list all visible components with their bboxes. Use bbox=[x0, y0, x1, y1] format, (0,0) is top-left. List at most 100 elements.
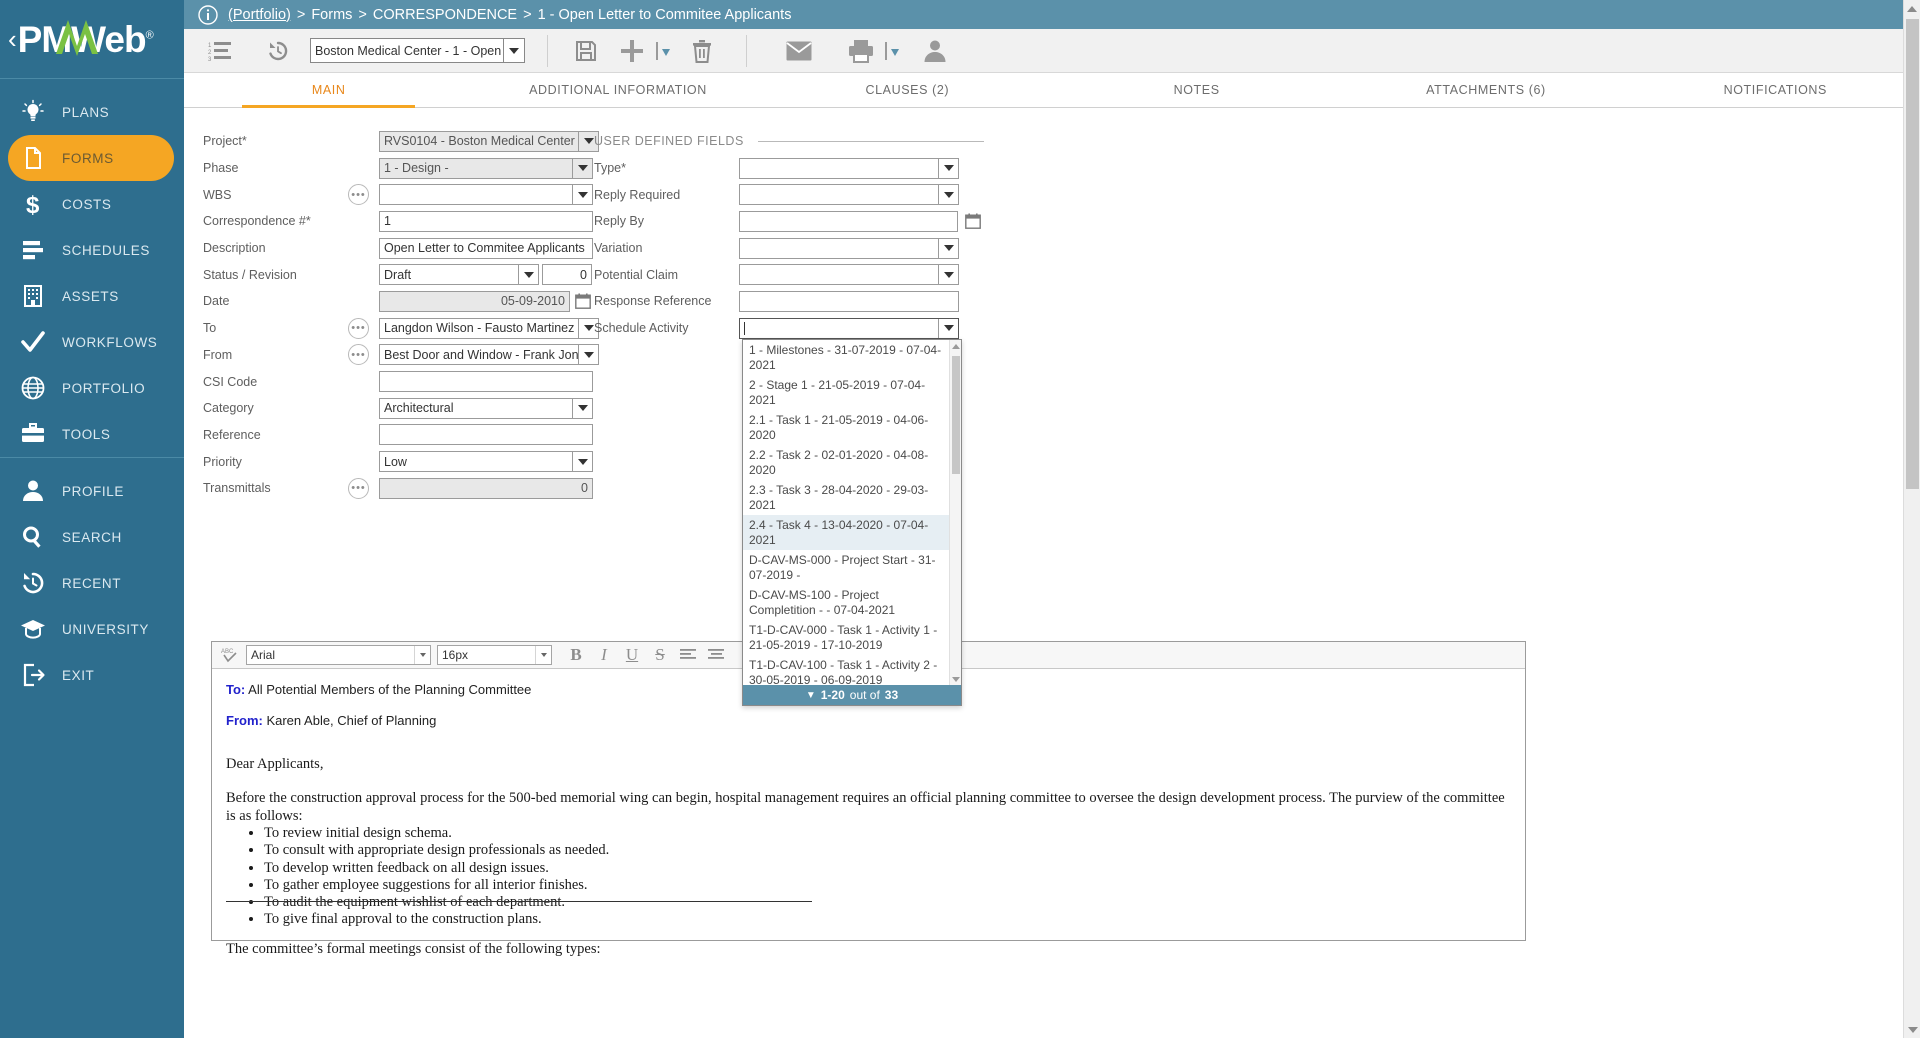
date-input[interactable]: 05-09-2010 bbox=[379, 290, 570, 312]
potential-claim-select[interactable] bbox=[739, 264, 959, 286]
chevron-down-icon[interactable] bbox=[938, 265, 958, 285]
breadcrumb-portfolio[interactable]: (Portfolio) bbox=[228, 7, 291, 23]
align-center-icon[interactable] bbox=[704, 644, 728, 666]
tab-additional-information[interactable]: ADDITIONAL INFORMATION bbox=[473, 73, 762, 107]
add-icon[interactable] bbox=[612, 34, 652, 68]
dropdown-option[interactable]: T1-D-CAV-100 - Task 1 - Activity 2 - 30-… bbox=[743, 655, 961, 685]
calendar-icon[interactable] bbox=[962, 213, 984, 230]
sidebar-item-forms[interactable]: FORMS bbox=[8, 135, 174, 181]
revision-input[interactable]: 0 bbox=[542, 264, 592, 286]
sidebar-item-recent[interactable]: RECENT bbox=[0, 560, 184, 606]
tab-clauses-2[interactable]: CLAUSES (2) bbox=[763, 73, 1052, 107]
chevron-down-icon[interactable] bbox=[572, 158, 592, 178]
from-select[interactable]: Best Door and Window - Frank Jones bbox=[379, 344, 599, 366]
sidebar-item-assets[interactable]: ASSETS bbox=[0, 273, 184, 319]
dropdown-scroll-up-arrow-icon[interactable] bbox=[950, 340, 961, 352]
dropdown-option[interactable]: 2.3 - Task 3 - 28-04-2020 - 29-03-2021 bbox=[743, 480, 961, 515]
brand-logo[interactable]: ‹ PMWeb® bbox=[0, 0, 184, 78]
dropdown-option[interactable]: 1 - Milestones - 31-07-2019 - 07-04-2021 bbox=[743, 340, 961, 375]
bold-button[interactable]: B bbox=[564, 644, 588, 666]
document-select[interactable]: Boston Medical Center - 1 - Open Le bbox=[310, 38, 525, 63]
priority-select[interactable]: Low bbox=[379, 451, 593, 473]
reference-input[interactable] bbox=[379, 424, 593, 446]
numbered-list-icon[interactable]: 1 2 3 bbox=[200, 34, 240, 68]
description-input[interactable]: Open Letter to Commitee Applicants bbox=[379, 237, 593, 259]
sidebar-item-profile[interactable]: PROFILE bbox=[0, 468, 184, 514]
print-dropdown-chevron-down-icon[interactable] bbox=[881, 34, 903, 68]
chevron-down-icon[interactable] bbox=[518, 265, 538, 285]
dropdown-option[interactable]: 2.1 - Task 1 - 21-05-2019 - 04-06-2020 bbox=[743, 410, 961, 445]
reply-by-input[interactable] bbox=[739, 210, 959, 232]
tab-notifications[interactable]: NOTIFICATIONS bbox=[1631, 73, 1920, 107]
info-icon[interactable] bbox=[198, 4, 218, 25]
schedule-activity-option-list[interactable]: 1 - Milestones - 31-07-2019 - 07-04-2021… bbox=[743, 340, 961, 685]
dropdown-option[interactable]: D-CAV-MS-000 - Project Start - 31-07-201… bbox=[743, 550, 961, 585]
sidebar-item-tools[interactable]: TOOLS bbox=[0, 411, 184, 457]
italic-button[interactable]: I bbox=[592, 644, 616, 666]
schedule-activity-select[interactable] bbox=[739, 317, 959, 339]
sidebar-item-workflows[interactable]: WORKFLOWS bbox=[0, 319, 184, 365]
page-scroll-down-arrow-icon[interactable] bbox=[1904, 1021, 1920, 1038]
status-revision-input[interactable]: Draft bbox=[379, 264, 539, 286]
sidebar-item-plans[interactable]: PLANS bbox=[0, 89, 184, 135]
font-family-select[interactable]: Arial bbox=[246, 645, 431, 665]
dropdown-option[interactable]: 2 - Stage 1 - 21-05-2019 - 07-04-2021 bbox=[743, 375, 961, 410]
tab-main[interactable]: MAIN bbox=[184, 73, 473, 108]
dropdown-scroll-thumb[interactable] bbox=[952, 356, 960, 474]
user-icon[interactable] bbox=[915, 34, 955, 68]
dropdown-option[interactable]: 2.4 - Task 4 - 13-04-2020 - 07-04-2021 bbox=[743, 515, 961, 550]
save-icon[interactable] bbox=[566, 34, 606, 68]
history-icon[interactable] bbox=[258, 34, 298, 68]
transmittals-lookup-button[interactable]: ••• bbox=[348, 477, 369, 499]
sidebar-item-schedules[interactable]: SCHEDULES bbox=[0, 227, 184, 273]
transmittals-input[interactable]: 0 bbox=[379, 477, 593, 499]
breadcrumb-module[interactable]: CORRESPONDENCE bbox=[373, 7, 517, 23]
wbs-lookup-button[interactable]: ••• bbox=[348, 184, 369, 206]
project-select[interactable]: RVS0104 - Boston Medical Center bbox=[379, 130, 599, 152]
editor-content[interactable]: To: All Potential Members of the Plannin… bbox=[212, 669, 1525, 958]
phase-select[interactable]: 1 - Design - bbox=[379, 157, 593, 179]
add-dropdown-chevron-down-icon[interactable] bbox=[652, 34, 674, 68]
calendar-icon[interactable] bbox=[574, 293, 593, 310]
to-lookup-button[interactable]: ••• bbox=[348, 317, 369, 339]
wbs-select[interactable] bbox=[379, 184, 593, 206]
breadcrumb-forms[interactable]: Forms bbox=[311, 7, 352, 23]
chevron-down-icon[interactable] bbox=[572, 398, 592, 418]
strikethrough-button[interactable]: S bbox=[648, 644, 672, 666]
sidebar-item-costs[interactable]: $ COSTS bbox=[0, 181, 184, 227]
trash-icon[interactable] bbox=[682, 34, 722, 68]
tab-attachments-6[interactable]: ATTACHMENTS (6) bbox=[1341, 73, 1630, 107]
chevron-down-icon[interactable] bbox=[938, 318, 958, 338]
from-lookup-button[interactable]: ••• bbox=[348, 344, 369, 366]
page-scroll-up-arrow-icon[interactable] bbox=[1904, 0, 1920, 17]
font-family-chevron-down-icon[interactable] bbox=[414, 646, 430, 664]
dropdown-option[interactable]: D-CAV-MS-100 - Project Completition - - … bbox=[743, 585, 961, 620]
envelope-icon[interactable] bbox=[779, 34, 819, 68]
font-size-chevron-down-icon[interactable] bbox=[535, 646, 551, 664]
dropdown-scrollbar[interactable] bbox=[949, 340, 961, 685]
sidebar-item-portfolio[interactable]: PORTFOLIO bbox=[0, 365, 184, 411]
printer-icon[interactable] bbox=[841, 34, 881, 68]
variation-select[interactable] bbox=[739, 237, 959, 259]
align-left-icon[interactable] bbox=[676, 644, 700, 666]
sidebar-item-search[interactable]: SEARCH bbox=[0, 514, 184, 560]
page-scrollbar[interactable] bbox=[1903, 0, 1920, 1038]
chevron-down-icon[interactable] bbox=[578, 345, 598, 365]
to-select[interactable]: Langdon Wilson - Fausto Martinez bbox=[379, 317, 599, 339]
csi-code-input[interactable] bbox=[379, 371, 593, 393]
chevron-down-icon[interactable] bbox=[572, 185, 592, 205]
sidebar-item-university[interactable]: UNIVERSITY bbox=[0, 606, 184, 652]
page-scroll-thumb[interactable] bbox=[1906, 19, 1919, 489]
underline-button[interactable]: U bbox=[620, 644, 644, 666]
category-select[interactable]: Architectural bbox=[379, 397, 593, 419]
response-reference-input[interactable] bbox=[739, 290, 959, 312]
chevron-down-icon[interactable] bbox=[572, 452, 592, 472]
dropdown-pager[interactable]: ▼ 1-20 out of 33 bbox=[743, 685, 961, 705]
chevron-down-icon[interactable] bbox=[938, 238, 958, 258]
chevron-down-icon[interactable] bbox=[938, 185, 958, 205]
tab-notes[interactable]: NOTES bbox=[1052, 73, 1341, 107]
dropdown-option[interactable]: 2.2 - Task 2 - 02-01-2020 - 04-08-2020 bbox=[743, 445, 961, 480]
reply-required-select[interactable] bbox=[739, 184, 959, 206]
spellcheck-icon[interactable]: ABC bbox=[218, 644, 242, 666]
document-select-chevron-down-icon[interactable] bbox=[503, 39, 524, 62]
